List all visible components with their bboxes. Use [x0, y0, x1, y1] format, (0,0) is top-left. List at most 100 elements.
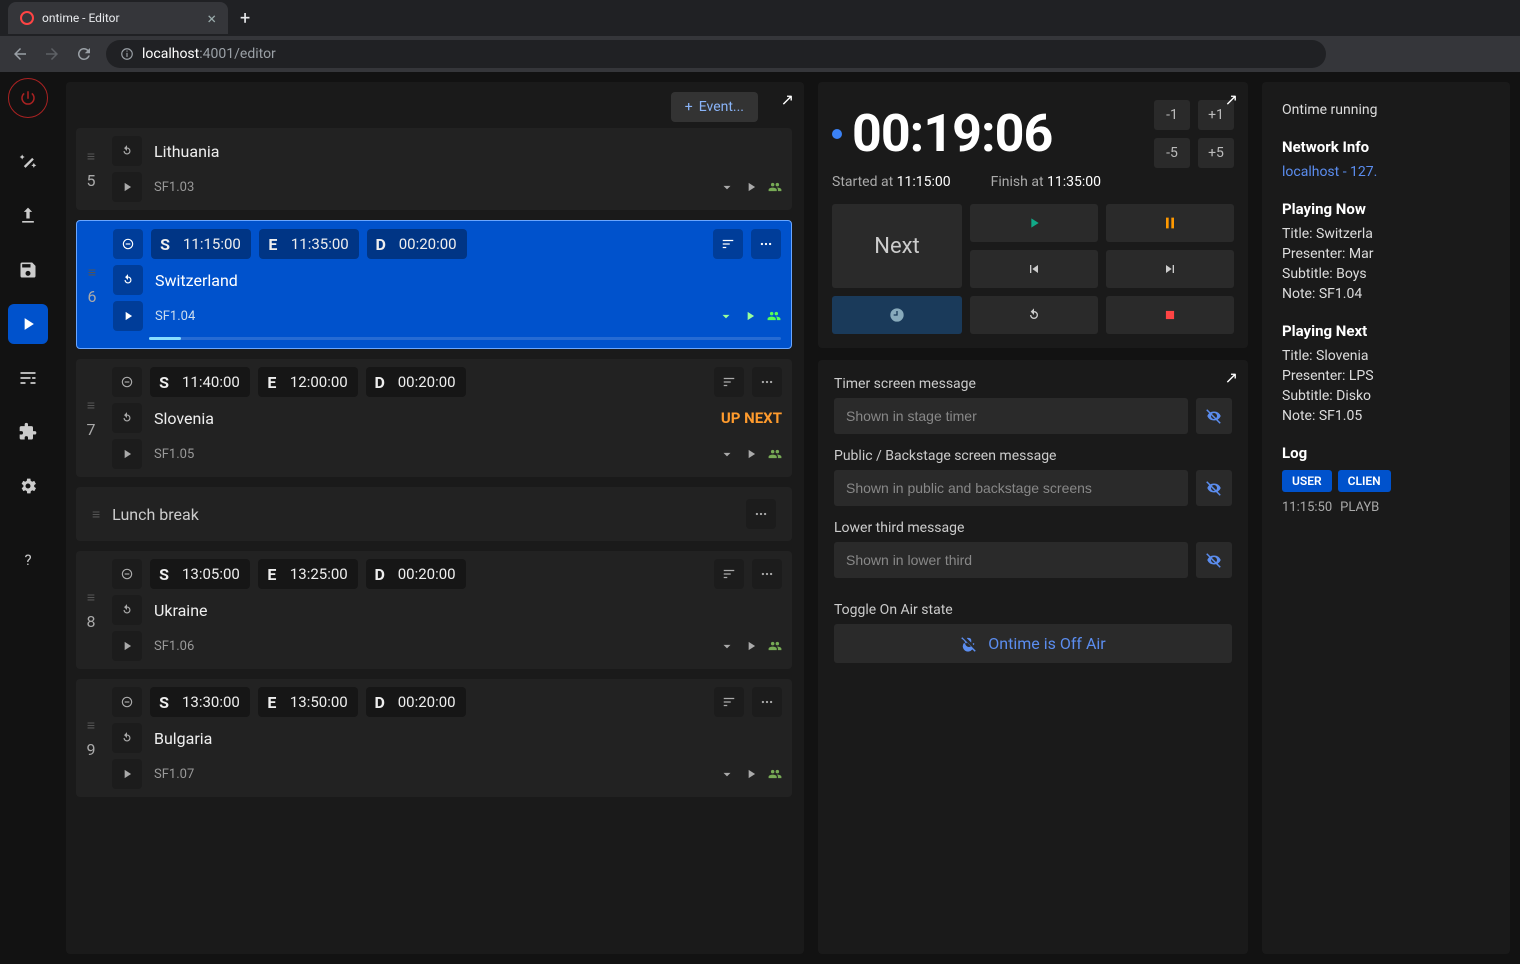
stop-button[interactable]: [1106, 296, 1234, 334]
people-icon[interactable]: [767, 309, 781, 323]
play-icon[interactable]: [744, 180, 758, 194]
next-button[interactable]: Next: [832, 204, 962, 288]
extension-icon[interactable]: [8, 412, 48, 452]
more-button[interactable]: [752, 559, 782, 589]
event-title[interactable]: Switzerland: [151, 271, 781, 290]
start-time[interactable]: S11:40:00: [150, 367, 250, 397]
upload-icon[interactable]: [8, 196, 48, 236]
minus-1-button[interactable]: -1: [1154, 100, 1190, 130]
play-icon[interactable]: [744, 447, 758, 461]
play-button[interactable]: [970, 204, 1098, 242]
play-icon[interactable]: [743, 309, 757, 323]
timer-msg-visibility[interactable]: [1196, 398, 1232, 434]
play-icon[interactable]: [744, 767, 758, 781]
play-button[interactable]: [112, 631, 142, 661]
forward-button[interactable]: [42, 44, 62, 64]
help-icon[interactable]: ?: [8, 540, 48, 580]
play-icon[interactable]: [744, 639, 758, 653]
people-icon[interactable]: [768, 447, 782, 461]
address-bar[interactable]: localhost:4001/editor: [106, 40, 1326, 68]
reload-button[interactable]: [112, 136, 142, 166]
event-title[interactable]: Lithuania: [150, 142, 782, 161]
drag-handle-icon[interactable]: ≡: [88, 264, 96, 281]
expand-icon[interactable]: ↗: [781, 90, 794, 109]
start-time[interactable]: S13:30:00: [150, 687, 250, 717]
download-icon[interactable]: [719, 309, 733, 323]
skip-toggle[interactable]: [112, 367, 142, 397]
add-event-button[interactable]: +Event...: [671, 92, 758, 122]
power-button[interactable]: [8, 78, 48, 118]
start-time[interactable]: S11:15:00: [151, 229, 251, 259]
sliders-icon[interactable]: [8, 358, 48, 398]
play-button[interactable]: [112, 172, 142, 202]
duration[interactable]: D00:20:00: [366, 687, 466, 717]
minus-5-button[interactable]: -5: [1154, 138, 1190, 168]
drag-handle-icon[interactable]: ≡: [92, 506, 100, 523]
download-icon[interactable]: [720, 447, 734, 461]
duration[interactable]: D00:20:00: [366, 559, 466, 589]
options-button[interactable]: [713, 229, 743, 259]
close-tab-icon[interactable]: ×: [207, 9, 216, 28]
roll-button[interactable]: [832, 296, 962, 334]
event-title[interactable]: Ukraine: [150, 601, 782, 620]
more-button[interactable]: [751, 229, 781, 259]
options-button[interactable]: [714, 559, 744, 589]
log-filter-user[interactable]: USER: [1282, 470, 1332, 492]
end-time[interactable]: E11:35:00: [259, 229, 359, 259]
back-button[interactable]: [10, 44, 30, 64]
skip-toggle[interactable]: [112, 687, 142, 717]
public-msg-input[interactable]: [834, 470, 1188, 506]
reload-button[interactable]: [74, 44, 94, 64]
expand-icon[interactable]: ↗: [1225, 368, 1238, 387]
end-time[interactable]: E12:00:00: [258, 367, 358, 397]
lower-msg-input[interactable]: [834, 542, 1188, 578]
duration[interactable]: D00:20:00: [367, 229, 467, 259]
drag-handle-icon[interactable]: ≡: [87, 397, 95, 414]
people-icon[interactable]: [768, 767, 782, 781]
save-icon[interactable]: [8, 250, 48, 290]
play-button[interactable]: [112, 439, 142, 469]
event-title[interactable]: Bulgaria: [150, 729, 782, 748]
browser-tab[interactable]: ontime - Editor ×: [8, 2, 228, 34]
pause-button[interactable]: [1106, 204, 1234, 242]
more-button[interactable]: [746, 499, 776, 529]
network-link[interactable]: localhost - 127.: [1282, 164, 1490, 180]
more-button[interactable]: [752, 367, 782, 397]
reload-button[interactable]: [970, 296, 1098, 334]
log-filter-client[interactable]: CLIEN: [1338, 470, 1391, 492]
skip-toggle[interactable]: [113, 229, 143, 259]
reload-button[interactable]: [112, 723, 142, 753]
start-time[interactable]: S13:05:00: [150, 559, 250, 589]
timer-msg-input[interactable]: [834, 398, 1188, 434]
lower-msg-visibility[interactable]: [1196, 542, 1232, 578]
skip-toggle[interactable]: [112, 559, 142, 589]
plus-5-button[interactable]: +5: [1198, 138, 1234, 168]
prev-button[interactable]: [970, 250, 1098, 288]
play-button[interactable]: [113, 301, 143, 331]
reload-button[interactable]: [113, 265, 143, 295]
end-time[interactable]: E13:50:00: [258, 687, 358, 717]
more-button[interactable]: [752, 687, 782, 717]
onair-toggle[interactable]: Ontime is Off Air: [834, 624, 1232, 663]
play-view-icon[interactable]: [8, 304, 48, 344]
reload-button[interactable]: [112, 403, 142, 433]
settings-icon[interactable]: [8, 466, 48, 506]
drag-handle-icon[interactable]: ≡: [87, 148, 95, 165]
end-time[interactable]: E13:25:00: [258, 559, 358, 589]
duration[interactable]: D00:20:00: [366, 367, 466, 397]
event-title[interactable]: Slovenia: [150, 409, 713, 428]
options-button[interactable]: [714, 687, 744, 717]
download-icon[interactable]: [720, 767, 734, 781]
expand-icon[interactable]: ↗: [1225, 90, 1238, 109]
public-msg-visibility[interactable]: [1196, 470, 1232, 506]
options-button[interactable]: [714, 367, 744, 397]
play-button[interactable]: [112, 759, 142, 789]
wand-icon[interactable]: [8, 142, 48, 182]
download-icon[interactable]: [720, 180, 734, 194]
drag-handle-icon[interactable]: ≡: [87, 589, 95, 606]
new-tab-button[interactable]: +: [240, 8, 250, 29]
drag-handle-icon[interactable]: ≡: [87, 717, 95, 734]
people-icon[interactable]: [768, 180, 782, 194]
people-icon[interactable]: [768, 639, 782, 653]
reload-button[interactable]: [112, 595, 142, 625]
